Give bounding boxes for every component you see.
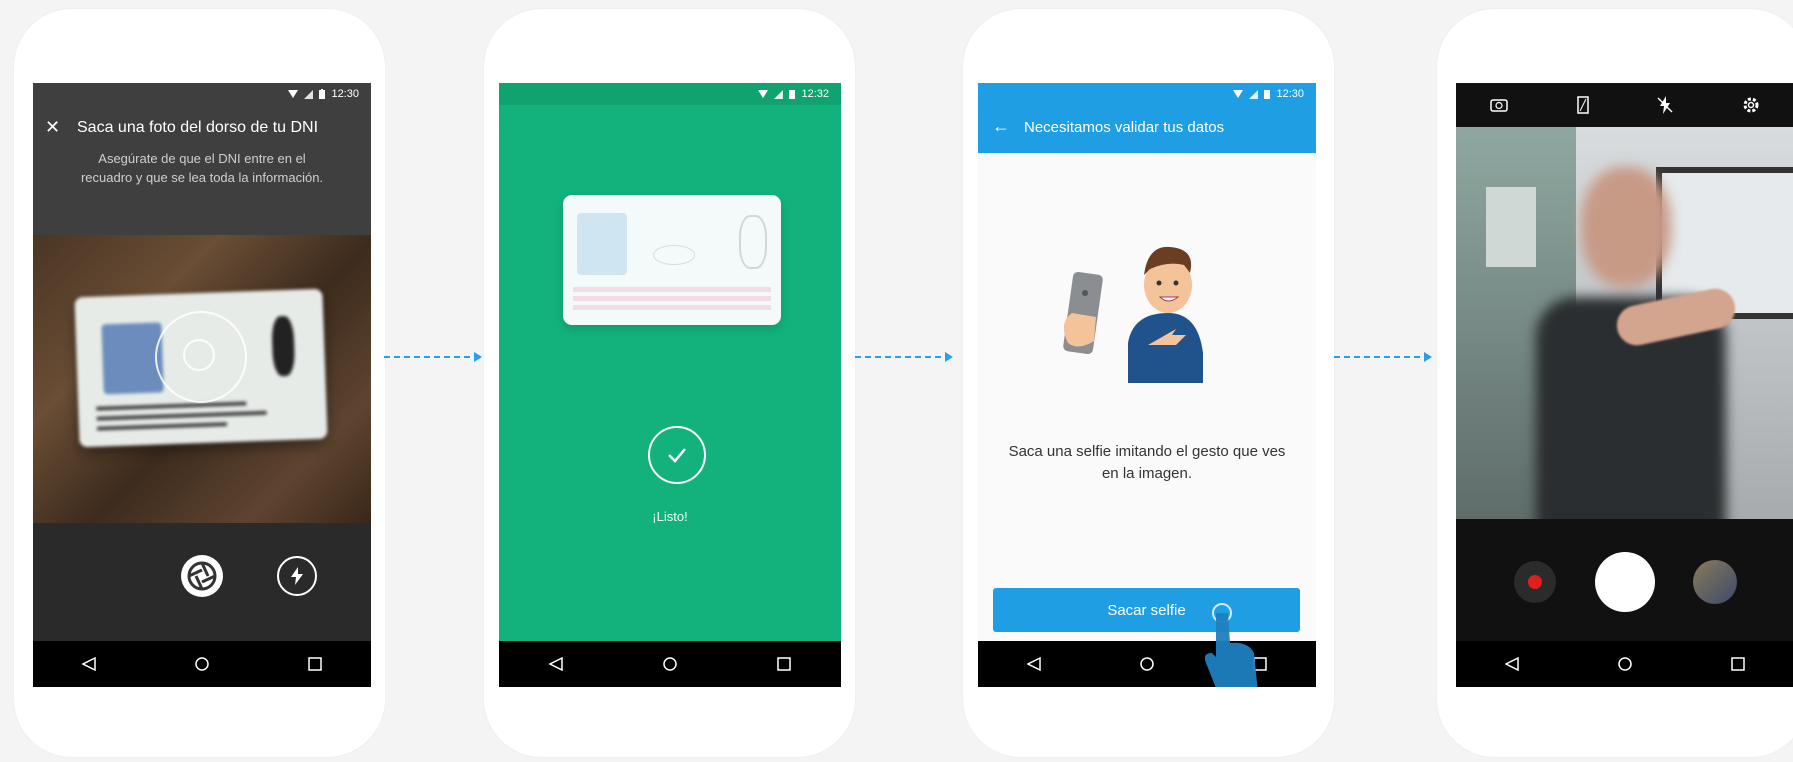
back-icon[interactable] (545, 653, 567, 675)
flow-arrow-1 (384, 352, 482, 362)
phone-frame-3: 12:30 ← Necesitamos validar tus datos Sa… (963, 9, 1334, 757)
record-icon[interactable] (1514, 561, 1556, 603)
page-title: Saca una foto del dorso de tu DNI (77, 119, 319, 136)
status-bar: 12:30 (33, 83, 371, 105)
flow-arrow-2 (855, 352, 953, 362)
flash-icon[interactable] (277, 556, 317, 596)
success-background (499, 83, 841, 687)
signal-icon (304, 89, 314, 99)
selfie-illustration (1063, 246, 1203, 383)
screen-selfie-camera (1456, 83, 1793, 687)
flash-off-icon[interactable] (1657, 96, 1673, 114)
battery-icon (319, 89, 326, 99)
camera-controls (1456, 519, 1793, 641)
instruction-text: Saca una selfie imitando el gesto que ve… (1008, 443, 1286, 482)
status-bar: 12:30 (978, 83, 1316, 105)
battery-icon (1264, 90, 1271, 99)
close-icon[interactable]: ✕ (45, 117, 60, 138)
shutter-icon[interactable] (181, 555, 223, 597)
status-time: 12:30 (331, 88, 359, 100)
phone-frame-4 (1437, 9, 1793, 757)
camera-toolbar (1456, 83, 1793, 127)
checkmark-icon (648, 426, 706, 484)
page-title: Necesitamos validar tus datos (1024, 119, 1225, 136)
screen-success: 12:32 ¡Listo! (499, 83, 841, 687)
tap-hand-icon (1204, 603, 1258, 687)
home-icon[interactable] (659, 653, 681, 675)
battery-icon (789, 90, 796, 99)
wifi-icon (758, 90, 769, 98)
android-nav-bar (499, 641, 841, 687)
android-nav-bar (1456, 641, 1793, 687)
camera-preview (33, 235, 371, 523)
back-icon[interactable] (78, 653, 100, 675)
camera-controls (33, 523, 371, 641)
screen-dni-capture: 12:30 ✕ Saca una foto del dorso de tu DN… (33, 83, 371, 687)
status-bar: 12:32 (499, 83, 841, 105)
home-icon[interactable] (1614, 653, 1636, 675)
instruction-text: Asegúrate de que el DNI entre en el recu… (80, 151, 324, 185)
aspect-icon[interactable] (1577, 96, 1589, 114)
back-arrow-icon[interactable]: ← (992, 116, 1010, 137)
wifi-icon (1233, 90, 1244, 98)
shutter-button[interactable] (1595, 552, 1655, 612)
screen-selfie-instructions: 12:30 ← Necesitamos validar tus datos Sa… (978, 83, 1316, 687)
recents-icon[interactable] (773, 653, 795, 675)
dni-card-illustration (563, 195, 781, 325)
switch-camera-icon[interactable] (1490, 98, 1508, 112)
phone-frame-2: 12:32 ¡Listo! (484, 9, 855, 757)
flow-arrow-3 (1334, 352, 1432, 362)
android-nav-bar (33, 641, 371, 687)
status-time: 12:32 (801, 88, 829, 100)
content-area (978, 153, 1316, 641)
back-icon[interactable] (1501, 653, 1523, 675)
wifi-icon (288, 90, 299, 98)
signal-icon (774, 89, 784, 99)
signal-icon (1249, 89, 1259, 99)
phone-frame-1: 12:30 ✕ Saca una foto del dorso de tu DN… (14, 9, 385, 757)
recents-icon[interactable] (304, 653, 326, 675)
success-label: ¡Listo! (652, 509, 688, 524)
status-time: 12:30 (1276, 88, 1304, 100)
home-icon[interactable] (191, 653, 213, 675)
home-icon[interactable] (1136, 653, 1158, 675)
back-icon[interactable] (1023, 653, 1045, 675)
settings-icon[interactable] (1742, 96, 1760, 114)
recents-icon[interactable] (1727, 653, 1749, 675)
selfie-preview (1456, 127, 1793, 519)
gallery-thumbnail[interactable] (1693, 560, 1737, 604)
